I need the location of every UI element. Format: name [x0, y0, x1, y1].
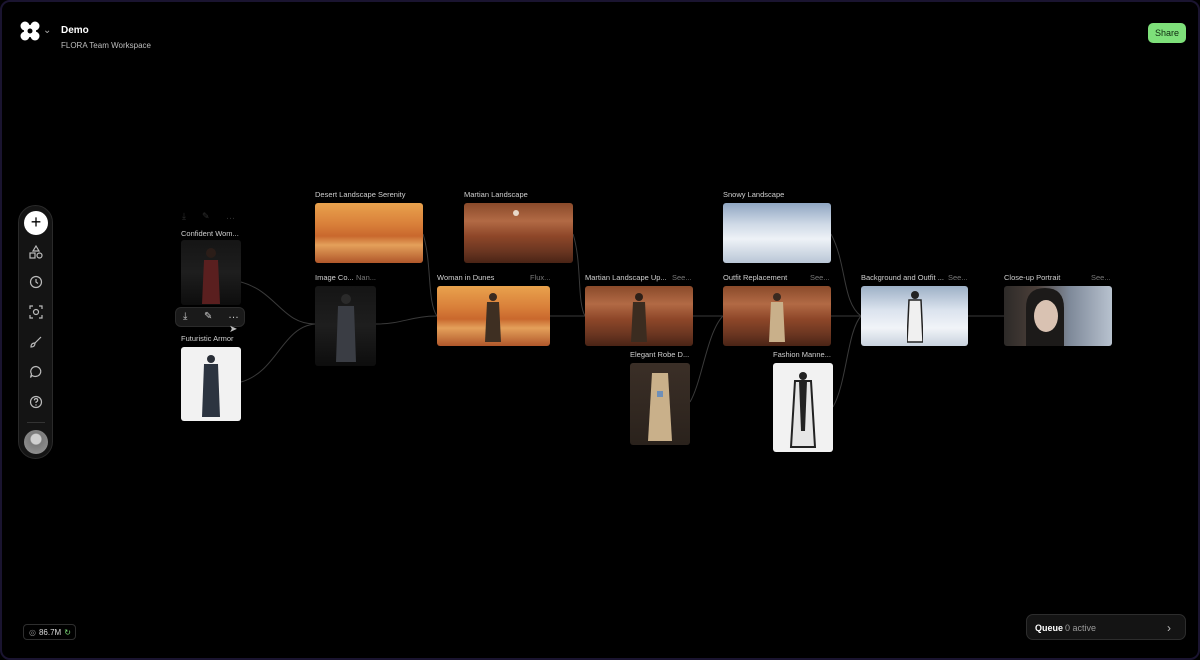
node-label-snowy-landscape: Snowy Landscape [723, 190, 785, 199]
refresh-icon[interactable]: ↻ [64, 628, 71, 637]
node-image-background-outfit[interactable] [861, 286, 968, 346]
svg-text:…: … [226, 212, 235, 222]
node-label-image-composite: Image Co... [315, 273, 354, 282]
credits-icon: ◎ [29, 627, 36, 637]
node-label-elegant-robe: Elegant Robe D... [630, 350, 690, 359]
help-icon[interactable] [28, 394, 44, 410]
scan-icon[interactable] [28, 304, 44, 320]
node-model-outfit-replacement: See... [810, 273, 830, 282]
node-label-futuristic-armor: Futuristic Armor [181, 334, 234, 343]
credits-value: 86.7M [38, 627, 62, 637]
queue-status: 0 active [1065, 623, 1097, 633]
node-image-snowy-landscape[interactable] [723, 203, 831, 263]
node-toolbar-ghost: ⤓ ✎ … [182, 212, 235, 222]
canvas[interactable]: ⌄ Demo FLORA Team Workspace Share ⤓ ✎ … … [0, 0, 1200, 660]
toolbar-divider [27, 422, 45, 423]
node-label-confident-woman: Confident Wom... [181, 229, 239, 238]
chevron-right-icon[interactable]: › [1167, 621, 1171, 635]
more-options-icon[interactable]: … [228, 309, 239, 321]
node-label-woman-in-dunes: Woman in Dunes [437, 273, 495, 282]
shapes-icon[interactable] [28, 244, 44, 260]
node-model-closeup-portrait: See... [1091, 273, 1111, 282]
svg-text:⤓: ⤓ [182, 212, 186, 222]
node-image-martian-landscape-update[interactable] [585, 286, 693, 346]
node-image-fashion-mannequin[interactable] [773, 363, 833, 452]
add-node-button[interactable]: + [24, 211, 48, 235]
brush-icon[interactable] [28, 334, 44, 350]
node-image-martian-landscape[interactable] [464, 203, 573, 263]
node-image-elegant-robe[interactable] [630, 363, 690, 445]
node-label-outfit-replacement: Outfit Replacement [723, 273, 788, 282]
node-label-martian-landscape-update: Martian Landscape Up... [585, 273, 667, 282]
node-label-background-outfit: Background and Outfit ... [861, 273, 944, 282]
node-label-martian-landscape: Martian Landscape [464, 190, 528, 199]
node-image-desert-landscape[interactable] [315, 203, 423, 263]
node-model-background-outfit: See... [948, 273, 968, 282]
node-label-closeup-portrait: Close-up Portrait [1004, 273, 1061, 282]
node-image-composite[interactable] [315, 286, 376, 366]
node-model-image-composite: Nan... [356, 273, 377, 282]
node-model-martian-landscape-update: See... [672, 273, 692, 282]
node-image-confident-woman[interactable] [181, 240, 241, 305]
node-label-desert-landscape: Desert Landscape Serenity [315, 190, 406, 199]
credits-badge[interactable]: ◎ 86.7M ↻ [23, 624, 76, 640]
queue-panel[interactable]: Queue 0 active › [1026, 614, 1186, 640]
node-image-outfit-replacement[interactable] [723, 286, 831, 346]
svg-text:✎: ✎ [202, 212, 210, 222]
node-image-woman-in-dunes[interactable] [437, 286, 550, 346]
node-image-closeup-portrait[interactable] [1004, 286, 1112, 346]
node-image-futuristic-armor[interactable] [181, 347, 241, 421]
download-icon[interactable]: ⤓ [183, 311, 187, 322]
user-avatar[interactable] [24, 430, 48, 454]
node-model-woman-in-dunes: Flux... [530, 273, 551, 282]
node-label-fashion-mannequin: Fashion Manne... [773, 350, 831, 359]
history-icon[interactable] [28, 274, 44, 290]
left-toolbar: + [18, 205, 53, 459]
queue-label: Queue [1035, 623, 1064, 633]
chat-icon[interactable] [28, 364, 44, 380]
magic-wand-icon[interactable]: ✎ [204, 311, 212, 322]
